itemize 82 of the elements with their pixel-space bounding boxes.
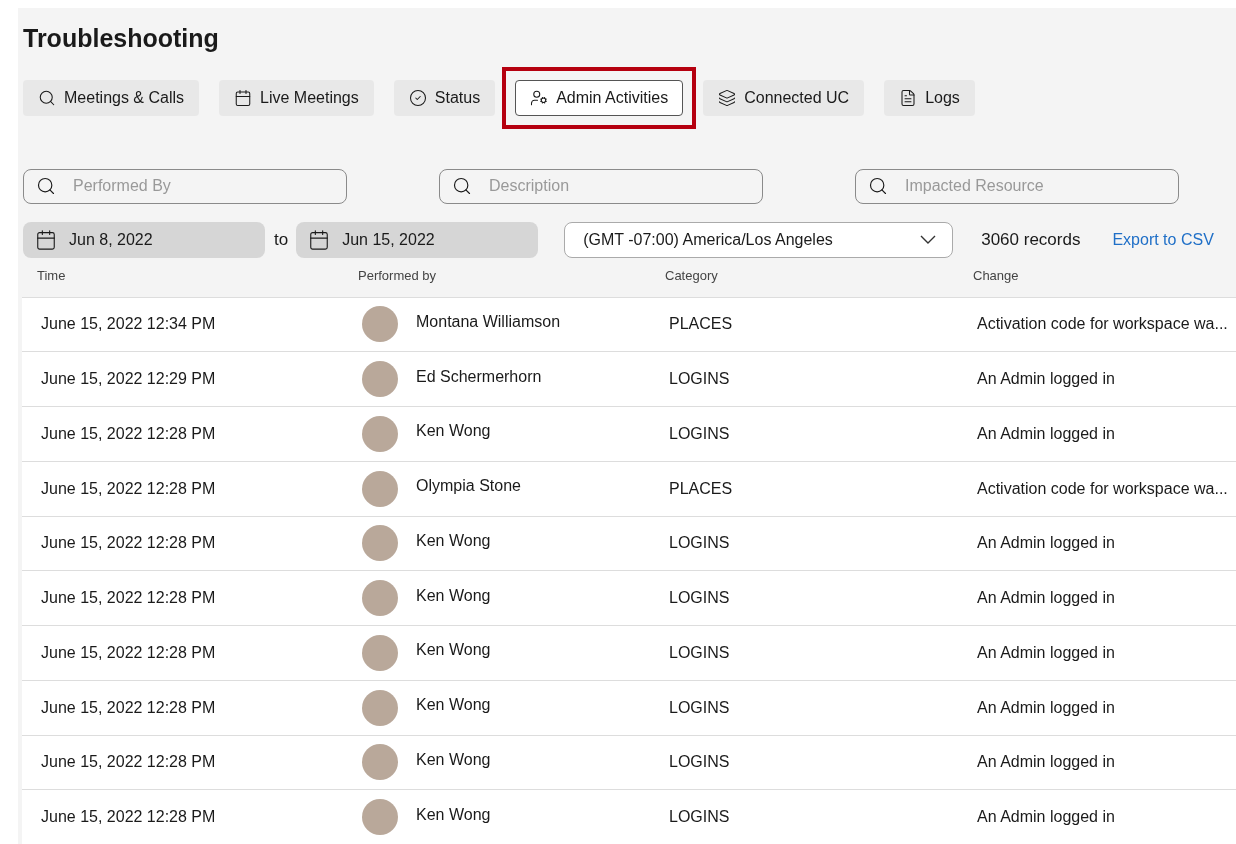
table-cell-text: LOGINS [669, 424, 731, 443]
table-cell-text: June 15, 2022 12:28 PM [41, 808, 217, 827]
avatar [362, 634, 398, 671]
table-cell-text: June 15, 2022 12:28 PM [41, 643, 217, 662]
tab[interactable]: Meetings & Calls [23, 80, 200, 116]
column-header: Category [665, 267, 719, 285]
table-cell: Olympia Stone [416, 477, 521, 496]
table-cell-text: June 15, 2022 12:28 PM [41, 534, 217, 553]
table-cell-text: June 15, 2022 12:28 PM [41, 479, 217, 498]
table-cell: Ken Wong [416, 641, 491, 660]
table-cell-text: June 15, 2022 12:34 PM [41, 315, 217, 334]
avatar [362, 415, 398, 452]
check-circle-icon [408, 89, 427, 107]
table-cell-text: LOGINS [669, 698, 731, 717]
table-cell-text: Activation code for workspace wa... [977, 315, 1229, 334]
table-cell-text: June 15, 2022 12:29 PM [41, 370, 217, 389]
page-title: Troubleshooting [22, 23, 220, 52]
table-cell: Ken Wong [416, 586, 491, 605]
search-icon [868, 175, 888, 196]
table-cell: Ken Wong [416, 531, 491, 550]
user-gear-icon [530, 89, 549, 107]
table-cell-text: LOGINS [669, 643, 731, 662]
avatar [362, 361, 398, 398]
calendar-icon [234, 89, 253, 107]
table-cell-text: PLACES [669, 479, 734, 498]
table-cell: Ken Wong [416, 422, 491, 441]
table-cell-text: An Admin logged in [977, 753, 1116, 772]
column-header: Performed by [358, 267, 438, 285]
avatar [362, 470, 398, 507]
table-cell-text: An Admin logged in [977, 808, 1116, 827]
tab[interactable]: Status [393, 80, 496, 116]
document-icon [899, 89, 918, 107]
avatar [362, 744, 398, 781]
date-picker[interactable]: Jun 15, 2022 [296, 221, 539, 258]
avatar [362, 525, 398, 562]
table-cell: Ken Wong [416, 696, 491, 715]
table-cell-text: An Admin logged in [977, 424, 1116, 443]
table-cell: Montana Williamson [416, 312, 561, 331]
date-separator: to [274, 229, 289, 250]
avatar [362, 799, 398, 836]
table-cell: Ken Wong [416, 805, 491, 824]
table-cell-text: Activation code for workspace wa... [977, 479, 1229, 498]
search-field[interactable]: Impacted Resource [855, 168, 1179, 204]
tab[interactable]: Live Meetings [219, 80, 374, 116]
table-cell-text: June 15, 2022 12:28 PM [41, 589, 217, 608]
search-field[interactable]: Performed By [23, 168, 347, 204]
table-cell-text: LOGINS [669, 534, 731, 553]
tab[interactable]: Connected UC [703, 80, 865, 116]
table-cell-text: An Admin logged in [977, 698, 1116, 717]
avatar [362, 580, 398, 617]
calendar-icon [308, 228, 331, 251]
calendar-icon [35, 228, 57, 251]
search-icon [38, 89, 56, 107]
table-cell: Ed Schermerhorn [416, 367, 542, 386]
column-header: Change [973, 267, 1020, 285]
table-cell-text: An Admin logged in [977, 534, 1116, 553]
search-field[interactable]: Description [439, 168, 763, 204]
table-cell-text: June 15, 2022 12:28 PM [41, 698, 217, 717]
table-cell-text: June 15, 2022 12:28 PM [41, 753, 217, 772]
table-cell-text: PLACES [669, 315, 734, 334]
tab[interactable]: Admin Activities [515, 80, 684, 116]
table-cell-text: An Admin logged in [977, 370, 1116, 389]
search-icon [452, 175, 472, 196]
record-count: 3060 records [981, 229, 1081, 250]
table-cell-text: An Admin logged in [977, 589, 1116, 608]
table-cell-text: June 15, 2022 12:28 PM [41, 424, 217, 443]
export-link[interactable]: Export to CSV [1112, 230, 1214, 249]
tab[interactable]: Logs [884, 80, 975, 116]
date-picker[interactable]: Jun 8, 2022 [23, 221, 265, 258]
column-header: Time [37, 267, 67, 285]
layers-icon [718, 89, 737, 107]
avatar [362, 689, 398, 726]
table-cell-text: LOGINS [669, 808, 731, 827]
table-cell: Ken Wong [416, 750, 491, 769]
search-icon [36, 175, 56, 196]
table-cell-text: LOGINS [669, 753, 731, 772]
avatar [362, 306, 398, 343]
timezone-dropdown[interactable]: (GMT -07:00) America/Los Angeles [564, 221, 954, 258]
table-cell-text: LOGINS [669, 589, 731, 608]
table-cell-text: LOGINS [669, 370, 731, 389]
chevron-down-icon [920, 235, 937, 245]
table-cell-text: An Admin logged in [977, 643, 1116, 662]
